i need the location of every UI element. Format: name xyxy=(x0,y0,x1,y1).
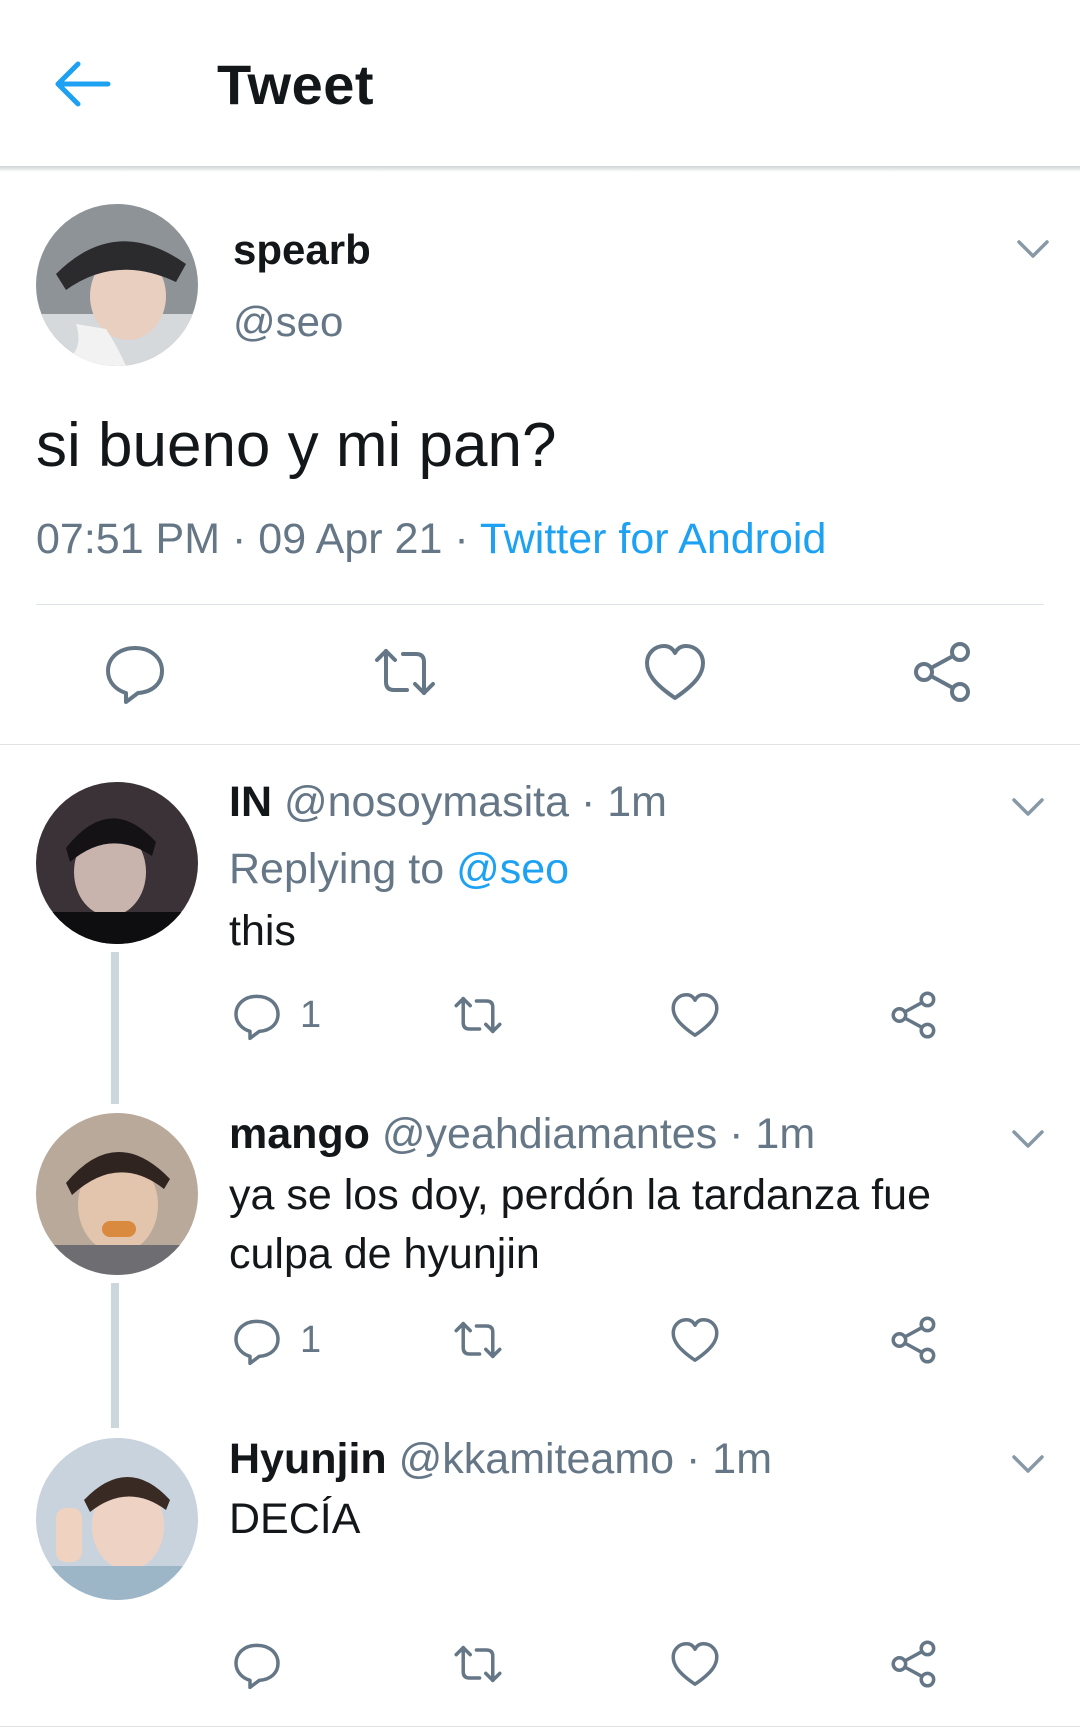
tweet-source-link[interactable]: Twitter for Android xyxy=(480,515,827,563)
reply-count: 1 xyxy=(300,1319,322,1361)
reply-time: 1m xyxy=(607,778,667,826)
retweet-icon[interactable] xyxy=(450,987,506,1043)
replying-to-handle-link[interactable]: @seo xyxy=(456,845,569,893)
like-icon[interactable] xyxy=(667,1636,723,1692)
thread-connector xyxy=(111,952,119,1104)
reply-author-name[interactable]: mango xyxy=(229,1110,370,1158)
avatar[interactable] xyxy=(36,1113,198,1275)
meta-separator: · xyxy=(674,1435,713,1483)
share-icon[interactable] xyxy=(908,636,980,708)
like-icon[interactable] xyxy=(667,987,723,1043)
reply-author-handle[interactable]: @yeahdiamantes xyxy=(382,1110,717,1158)
chevron-down-icon[interactable] xyxy=(1013,234,1053,264)
meta-separator: · xyxy=(569,778,608,826)
reply-author-handle[interactable]: @kkamiteamo xyxy=(399,1435,674,1483)
share-icon[interactable] xyxy=(887,987,943,1043)
retweet-icon[interactable] xyxy=(450,1312,506,1368)
reply-icon[interactable] xyxy=(229,987,285,1043)
chevron-down-icon[interactable] xyxy=(1008,1449,1048,1479)
author-name[interactable]: spearb xyxy=(233,226,371,274)
divider xyxy=(36,604,1044,605)
tweet-meta: 07:51 PM · 09 Apr 21 · Twitter for Andro… xyxy=(36,515,826,564)
reply-time: 1m xyxy=(755,1110,816,1158)
reply-text: DECÍA xyxy=(229,1495,361,1543)
share-icon[interactable] xyxy=(887,1312,943,1368)
avatar[interactable] xyxy=(36,204,198,366)
divider xyxy=(0,744,1080,745)
back-arrow-icon[interactable] xyxy=(50,58,114,110)
meta-separator: · xyxy=(717,1110,756,1158)
reply-icon[interactable] xyxy=(229,1636,285,1692)
divider xyxy=(0,1726,1080,1727)
reply-author-name[interactable]: IN xyxy=(229,778,272,826)
tweet-time: 07:51 PM xyxy=(36,515,221,563)
author-handle[interactable]: @seo xyxy=(233,298,343,346)
retweet-icon[interactable] xyxy=(369,636,441,708)
reply-icon[interactable] xyxy=(229,1312,285,1368)
meta-separator: · xyxy=(442,515,480,563)
reply-header: Hyunjin @kkamiteamo · 1m xyxy=(229,1435,772,1484)
reply-author-name[interactable]: Hyunjin xyxy=(229,1435,387,1483)
like-icon[interactable] xyxy=(639,636,711,708)
replying-to: Replying to @seo xyxy=(229,845,569,894)
reply-text: ya se los doy, perdón la tardanza fue cu… xyxy=(229,1171,931,1278)
page-title: Tweet xyxy=(217,53,375,116)
meta-separator: · xyxy=(220,515,259,563)
replying-to-label: Replying to xyxy=(229,845,445,893)
tweet-date: 09 Apr 21 xyxy=(258,515,443,563)
reply-header: IN @nosoymasita · 1m xyxy=(229,778,667,827)
avatar[interactable] xyxy=(36,782,198,944)
chevron-down-icon[interactable] xyxy=(1008,1124,1048,1154)
reply-time: 1m xyxy=(712,1435,773,1483)
reply-header: mango @yeahdiamantes · 1m xyxy=(229,1110,815,1159)
app-header xyxy=(0,0,1080,168)
avatar[interactable] xyxy=(36,1438,198,1600)
reply-text: this xyxy=(229,907,296,955)
reply-author-handle[interactable]: @nosoymasita xyxy=(284,778,569,826)
reply-count: 1 xyxy=(300,994,322,1036)
retweet-icon[interactable] xyxy=(450,1636,506,1692)
chevron-down-icon[interactable] xyxy=(1008,792,1048,822)
share-icon[interactable] xyxy=(887,1636,943,1692)
header-divider xyxy=(0,166,1080,172)
reply-icon[interactable] xyxy=(99,636,171,708)
like-icon[interactable] xyxy=(667,1312,723,1368)
tweet-text: si bueno y mi pan? xyxy=(36,411,557,480)
thread-connector xyxy=(111,1283,119,1428)
